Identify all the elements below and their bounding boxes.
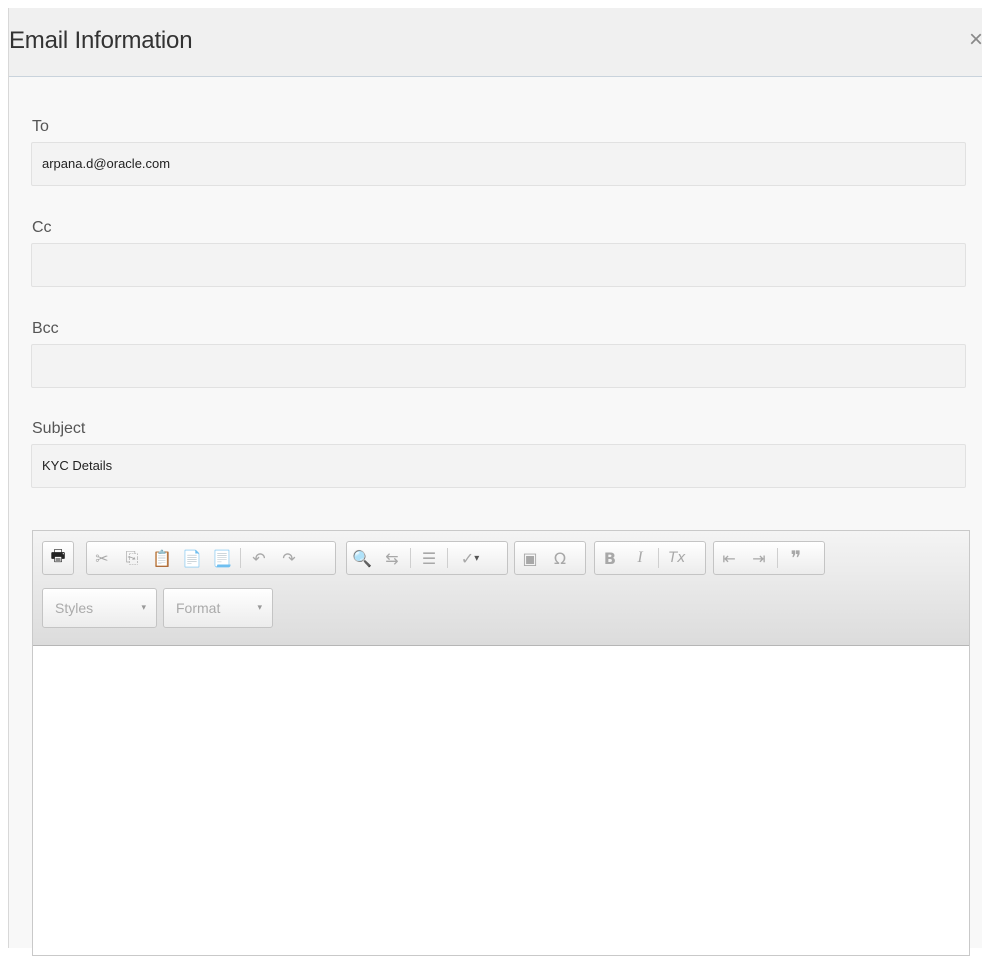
format-dropdown[interactable]: Format ▾ — [163, 588, 273, 628]
undo-icon[interactable]: ↶ — [246, 544, 272, 572]
toolbar-group-clipboard: ✂ ⎘ 📋 📄 📃 ↶ ↷ — [86, 541, 336, 575]
paste-text-icon[interactable]: 📄 — [179, 544, 205, 572]
styles-dropdown-label: Styles — [55, 600, 94, 616]
paste-word-icon[interactable]: 📃 — [209, 544, 235, 572]
toolbar-group-basicstyles: B I Tx — [594, 541, 706, 575]
find-icon[interactable]: 🔍 — [349, 544, 375, 572]
print-icon[interactable]: 🖶 — [45, 544, 71, 572]
cc-field[interactable] — [31, 243, 966, 287]
editor-content-area[interactable] — [33, 646, 969, 955]
toolbar-group-editing: 🔍 ⇆ ☰ ✓ ▾ — [346, 541, 508, 575]
outdent-icon[interactable]: ⇤ — [716, 544, 742, 572]
select-all-icon[interactable]: ☰ — [416, 544, 442, 572]
subject-field[interactable]: KYC Details — [31, 444, 966, 488]
subject-label: Subject — [32, 420, 86, 437]
dialog-header: Email Information × — [9, 8, 982, 77]
toolbar-separator — [777, 548, 778, 568]
bcc-label: Bcc — [32, 320, 59, 337]
image-icon[interactable]: ▣ — [517, 544, 543, 572]
remove-format-icon[interactable]: Tx — [664, 544, 690, 572]
bcc-field[interactable] — [31, 344, 966, 388]
cc-label: Cc — [32, 219, 52, 236]
toolbar-separator — [240, 548, 241, 568]
toolbar-group-paragraph: ⇤ ⇥ ❞ — [713, 541, 825, 575]
bold-icon[interactable]: B — [597, 544, 623, 572]
replace-icon[interactable]: ⇆ — [379, 544, 405, 572]
toolbar-separator — [447, 548, 448, 568]
italic-icon[interactable]: I — [627, 544, 653, 572]
dialog-title: Email Information — [9, 27, 193, 54]
special-character-icon[interactable]: Ω — [547, 544, 573, 572]
chevron-down-icon: ▾ — [474, 552, 480, 564]
toolbar-group-print: 🖶 — [42, 541, 74, 575]
to-field[interactable]: arpana.d@oracle.com — [31, 142, 966, 186]
blockquote-icon[interactable]: ❞ — [783, 544, 809, 572]
spellcheck-icon[interactable]: ✓ ▾ — [453, 544, 487, 572]
paste-icon[interactable]: 📋 — [149, 544, 175, 572]
indent-icon[interactable]: ⇥ — [746, 544, 772, 572]
format-dropdown-label: Format — [176, 600, 221, 616]
redo-icon[interactable]: ↷ — [276, 544, 302, 572]
cut-icon[interactable]: ✂ — [89, 544, 115, 572]
close-icon[interactable]: × — [969, 28, 982, 52]
to-label: To — [32, 118, 49, 135]
styles-dropdown[interactable]: Styles ▾ — [42, 588, 157, 628]
chevron-down-icon: ▾ — [141, 602, 146, 612]
email-information-dialog: Email Information × To arpana.d@oracle.c… — [8, 8, 982, 956]
toolbar-group-insert: ▣ Ω — [514, 541, 586, 575]
toolbar-separator — [410, 548, 411, 568]
chevron-down-icon: ▾ — [257, 602, 262, 612]
rich-text-editor: 🖶 ✂ ⎘ 📋 📄 📃 ↶ ↷ 🔍 ⇆ ☰ ✓ ▾ ▣ Ω B I Tx ⇤ ⇥… — [32, 530, 970, 956]
copy-icon[interactable]: ⎘ — [119, 544, 145, 572]
toolbar-separator — [658, 548, 659, 568]
editor-toolbar: 🖶 ✂ ⎘ 📋 📄 📃 ↶ ↷ 🔍 ⇆ ☰ ✓ ▾ ▣ Ω B I Tx ⇤ ⇥… — [33, 531, 969, 646]
